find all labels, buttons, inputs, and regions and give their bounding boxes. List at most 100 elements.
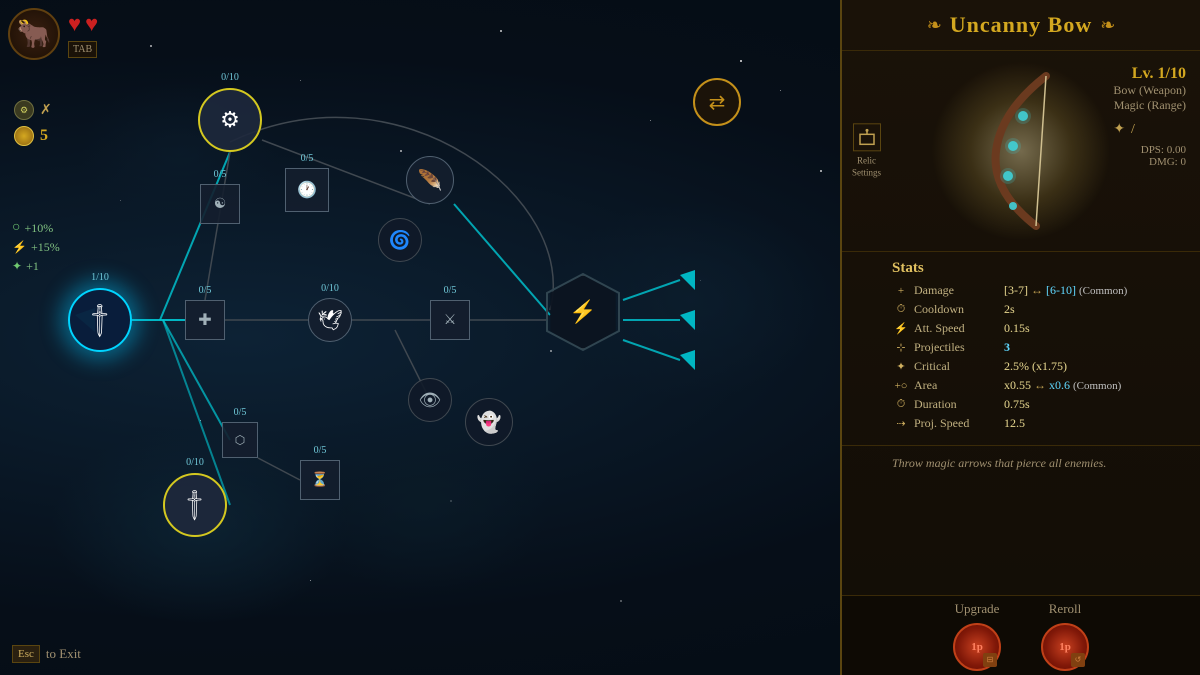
skill-node-mid-bird[interactable]: 🕊 0/10 [308, 298, 352, 342]
att-speed-value: 0.15s [1004, 321, 1186, 336]
proj-speed-value: 12.5 [1004, 416, 1186, 431]
reroll-cost: 1p [1059, 641, 1071, 653]
skill-node-bot-main[interactable]: 🗡 0/10 [163, 473, 227, 537]
weapon-type-2: Magic (Range) [1113, 98, 1186, 113]
node-label-bot-hourglass: 0/5 [314, 445, 327, 456]
node-label-mid-cross: 0/5 [199, 285, 212, 296]
skill-node-top-small1[interactable]: 🕐 0/5 [285, 168, 329, 212]
stat-row-cooldown: ⏱ Cooldown 2s [892, 302, 1186, 317]
area-label: Area [914, 378, 1004, 393]
upgrade-button[interactable]: 1p ⊟ [953, 623, 1001, 671]
node-label-mid-bird: 0/10 [321, 283, 339, 294]
node-label-bot-small1: 0/5 [234, 407, 247, 418]
area-value: x0.55 ↔ x0.6 (Common) [1004, 378, 1186, 393]
relic-settings[interactable]: RelicSettings [852, 123, 881, 178]
cooldown-value: 2s [1004, 302, 1186, 317]
ornament-right: ❧ [1100, 15, 1115, 36]
currency-display: ⚙ ✗ 5 [14, 100, 52, 146]
relic-label: RelicSettings [852, 155, 881, 178]
exit-label: to Exit [46, 646, 81, 662]
projectiles-label: Projectiles [914, 340, 1004, 355]
passive-stats: ○ +10% ⚡ +15% ✦ +1 [12, 220, 60, 274]
weapon-icon-2: / [1131, 122, 1135, 138]
att-speed-icon: ⚡ [892, 322, 910, 335]
gold-icon [14, 126, 34, 146]
skill-node-mid-main[interactable]: 🗡 1/10 [68, 288, 132, 352]
skill-node-bot-small1[interactable]: ⬡ 0/5 [222, 422, 258, 458]
att-speed-label: Att. Speed [914, 321, 1004, 336]
upgrade-icon: ⊟ [983, 653, 997, 667]
proj-speed-label: Proj. Speed [914, 416, 1004, 431]
upgrade-button-group: Upgrade 1p ⊟ [953, 601, 1001, 671]
reroll-label: Reroll [1049, 601, 1082, 617]
skill-node-top-right[interactable]: 🪶 [406, 156, 454, 204]
critical-label: Critical [914, 359, 1004, 374]
currency-row-2: 5 [14, 126, 52, 146]
relic-icon [853, 123, 881, 151]
critical-value: 2.5% (x1.75) [1004, 359, 1186, 374]
damage-label: Damage [914, 283, 1004, 298]
skill-node-bot-hourglass[interactable]: ⏳ 0/5 [300, 460, 340, 500]
esc-hint: Esc to Exit [12, 645, 81, 663]
proj-speed-icon: ⇢ [892, 417, 910, 430]
duration-label: Duration [914, 397, 1004, 412]
passive-stat-3: ✦ +1 [12, 259, 60, 274]
weapon-icon-1: ✦ [1113, 121, 1125, 138]
heart-1: ♥ [68, 11, 81, 37]
skill-node-center-blob[interactable]: 🌀 [378, 218, 422, 262]
x-symbol: ✗ [40, 102, 52, 119]
skill-node-bot-eye[interactable]: 👁 [408, 378, 452, 422]
stat-row-duration: ⏱ Duration 0.75s [892, 397, 1186, 412]
right-panel: ❧ Uncanny Bow ❧ RelicSettings [840, 0, 1200, 675]
critical-icon: ✦ [892, 360, 910, 373]
node-label-mid-sword: 0/5 [444, 285, 457, 296]
stat-row-damage: + Damage [3-7] ↔ [6-10] (Common) [892, 283, 1186, 298]
esc-key: Esc [12, 645, 40, 663]
ornament-left: ❧ [927, 15, 942, 36]
node-label-bot-main: 0/10 [186, 457, 204, 468]
damage-icon: + [892, 285, 910, 297]
duration-value: 0.75s [1004, 397, 1186, 412]
skill-node-bot-ghost[interactable]: 👻 [465, 398, 513, 446]
projectiles-icon: ⊹ [892, 341, 910, 354]
heart-2: ♥ [85, 11, 98, 37]
skill-node-mid-cross[interactable]: ✚ 0/5 [185, 300, 225, 340]
health-display: ♥ ♥ [68, 11, 98, 37]
skill-node-mid-sword[interactable]: ⚔ 0/5 [430, 300, 470, 340]
bottom-buttons: Upgrade 1p ⊟ Reroll 1p ↺ [842, 595, 1200, 675]
item-level: Lv. 1/10 [1113, 65, 1186, 83]
skill-tree-area: ⚙ 0/10 🕐 0/5 ☯ 0/5 🪶 🌀 🗡 1/10 ✚ 0/5 🕊 0/… [0, 0, 860, 675]
stat-row-projectiles: ⊹ Projectiles 3 [892, 340, 1186, 355]
character-avatar: 🐂 [8, 8, 60, 60]
damage-value: [3-7] ↔ [6-10] (Common) [1004, 283, 1186, 298]
upgrade-label: Upgrade [955, 601, 1000, 617]
stats-title: Stats [892, 260, 1186, 277]
reroll-button[interactable]: 1p ↺ [1041, 623, 1089, 671]
stat-row-proj-speed: ⇢ Proj. Speed 12.5 [892, 416, 1186, 431]
skill-node-top-small2[interactable]: ☯ 0/5 [200, 184, 240, 224]
weapon-icons: ✦ / [1113, 121, 1186, 138]
duration-icon: ⏱ [892, 398, 910, 411]
tab-badge[interactable]: TAB [68, 41, 97, 58]
currency-row-1: ⚙ ✗ [14, 100, 52, 120]
skill-node-top-main[interactable]: ⚙ 0/10 [198, 88, 262, 152]
item-description: Throw magic arrows that pierce all enemi… [842, 445, 1200, 481]
cooldown-icon: ⏱ [892, 303, 910, 316]
ui-top-left: 🐂 ♥ ♥ TAB [8, 8, 98, 60]
node-label-mid-main: 1/10 [91, 272, 109, 283]
stat-row-critical: ✦ Critical 2.5% (x1.75) [892, 359, 1186, 374]
node-label-top-small2: 0/5 [214, 169, 227, 180]
dps-dmg: DPS: 0.00 DMG: 0 [1113, 144, 1186, 168]
cooldown-label: Cooldown [914, 302, 1004, 317]
item-header: ❧ Uncanny Bow ❧ [842, 0, 1200, 51]
dmg-display: DMG: 0 [1113, 156, 1186, 168]
stat-row-att-speed: ⚡ Att. Speed 0.15s [892, 321, 1186, 336]
level-info: Lv. 1/10 Bow (Weapon) Magic (Range) ✦ / … [1113, 65, 1186, 168]
bow-display-area: RelicSettings Lv. 1/10 Bow (Weapon) Magi… [842, 51, 1200, 251]
gold-amount: 5 [40, 127, 48, 145]
area-icon: +○ [892, 380, 910, 392]
node-label-top-main: 0/10 [221, 72, 239, 83]
upgrade-cost: 1p [971, 641, 983, 653]
stat-row-area: +○ Area x0.55 ↔ x0.6 (Common) [892, 378, 1186, 393]
center-exchange-icon[interactable]: ⇄ [693, 78, 741, 126]
